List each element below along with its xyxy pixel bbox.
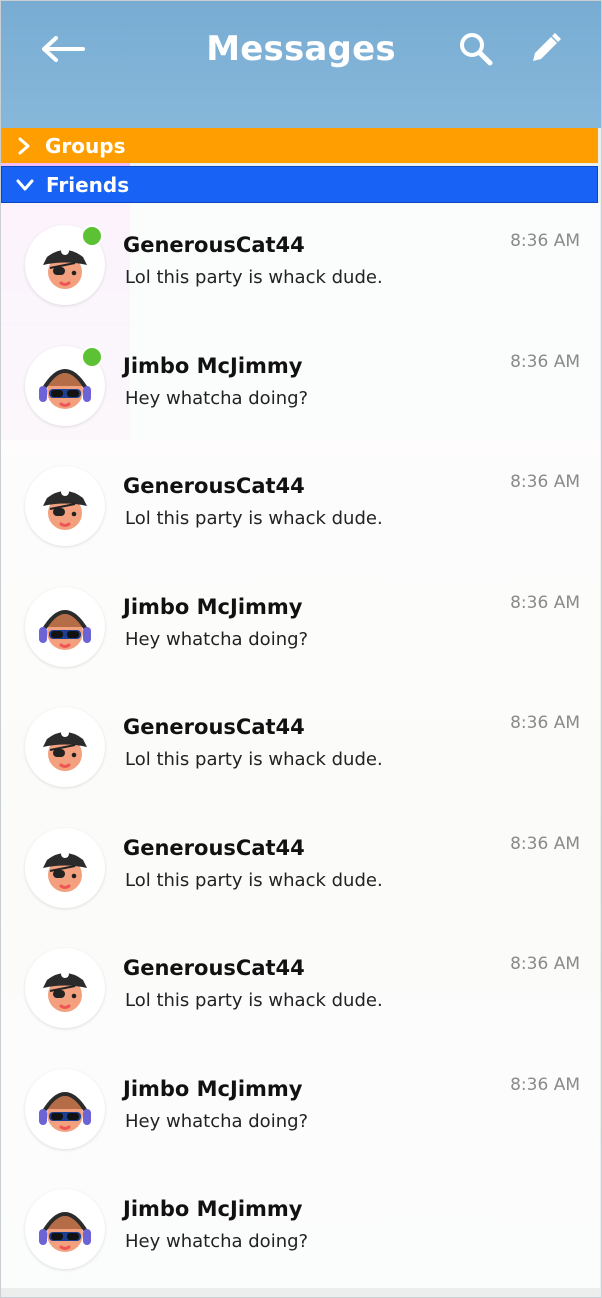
header-bar: Messages bbox=[1, 1, 601, 128]
contact-name: Jimbo McJimmy bbox=[123, 1197, 303, 1221]
conversation-row[interactable]: GenerousCat44 Lol this party is whack du… bbox=[1, 685, 600, 806]
conversation-row[interactable]: GenerousCat44 Lol this party is whack du… bbox=[1, 203, 600, 324]
message-preview: Hey whatcha doing? bbox=[125, 1231, 309, 1252]
message-preview: Lol this party is whack dude. bbox=[125, 749, 383, 770]
conversation-row[interactable]: GenerousCat44 Lol this party is whack du… bbox=[1, 805, 600, 926]
search-icon bbox=[460, 33, 493, 66]
pirate-avatar bbox=[25, 827, 105, 908]
message-preview: Lol this party is whack dude. bbox=[125, 869, 383, 891]
contact-name: GenerousCat44 bbox=[123, 835, 305, 860]
pirate-avatar bbox=[25, 948, 105, 1028]
online-indicator bbox=[81, 345, 103, 368]
friends-label: Friends bbox=[46, 172, 130, 197]
groups-label: Groups bbox=[45, 133, 126, 158]
conversation-row[interactable]: Jimbo McJimmy Hey whatcha doing? 8:36 AM bbox=[1, 1046, 600, 1167]
timestamp: 8:36 AM bbox=[510, 351, 580, 372]
message-preview: Lol this party is whack dude. bbox=[125, 267, 383, 288]
conversation-row[interactable]: Jimbo McJimmy Hey whatcha doing? 8:36 AM bbox=[1, 323, 600, 444]
contact-name: GenerousCat44 bbox=[123, 233, 305, 257]
message-preview: Hey whatcha doing? bbox=[125, 628, 309, 650]
timestamp: 8:36 AM bbox=[510, 954, 580, 974]
conversation-row[interactable]: Jimbo McJimmy Hey whatcha doing? 8:36 AM bbox=[1, 564, 600, 685]
timestamp: 8:36 AM bbox=[510, 713, 580, 733]
chevron-down-icon bbox=[14, 174, 36, 196]
headphones-avatar bbox=[25, 586, 105, 667]
contact-name: Jimbo McJimmy bbox=[123, 1076, 303, 1101]
page-title: Messages bbox=[206, 29, 396, 69]
timestamp: 8:36 AM bbox=[510, 472, 580, 492]
message-preview: Lol this party is whack dude. bbox=[125, 990, 383, 1011]
timestamp: 8:36 AM bbox=[510, 231, 580, 251]
headphones-avatar bbox=[25, 1068, 105, 1149]
contact-name: GenerousCat44 bbox=[123, 956, 305, 980]
timestamp: 8:36 AM bbox=[510, 833, 580, 854]
timestamp: 8:36 AM bbox=[510, 1074, 580, 1095]
contact-name: Jimbo McJimmy bbox=[123, 353, 303, 378]
conversation-list: GenerousCat44 Lol this party is whack du… bbox=[1, 203, 600, 1288]
conversation-row[interactable]: GenerousCat44 Lol this party is whack du… bbox=[1, 926, 600, 1047]
groups-section-toggle[interactable]: Groups bbox=[1, 128, 598, 163]
contact-name: GenerousCat44 bbox=[123, 715, 305, 739]
chevron-right-icon bbox=[13, 135, 35, 157]
pencil-icon bbox=[533, 33, 561, 61]
message-preview: Hey whatcha doing? bbox=[125, 1110, 309, 1132]
contact-name: GenerousCat44 bbox=[123, 474, 305, 498]
compose-button[interactable] bbox=[519, 23, 571, 75]
search-button[interactable] bbox=[450, 23, 502, 75]
contact-name: Jimbo McJimmy bbox=[123, 594, 303, 619]
pirate-avatar bbox=[25, 466, 105, 546]
message-preview: Lol this party is whack dude. bbox=[125, 508, 383, 529]
friends-section-toggle[interactable]: Friends bbox=[1, 166, 598, 203]
message-preview: Hey whatcha doing? bbox=[125, 387, 309, 409]
pirate-avatar bbox=[25, 707, 105, 787]
headphones-avatar bbox=[25, 1189, 105, 1269]
conversation-row[interactable]: GenerousCat44 Lol this party is whack du… bbox=[1, 444, 600, 565]
online-indicator bbox=[81, 225, 103, 247]
timestamp: 8:36 AM bbox=[510, 592, 580, 613]
conversation-row[interactable]: Jimbo McJimmy Hey whatcha doing? bbox=[1, 1167, 600, 1288]
